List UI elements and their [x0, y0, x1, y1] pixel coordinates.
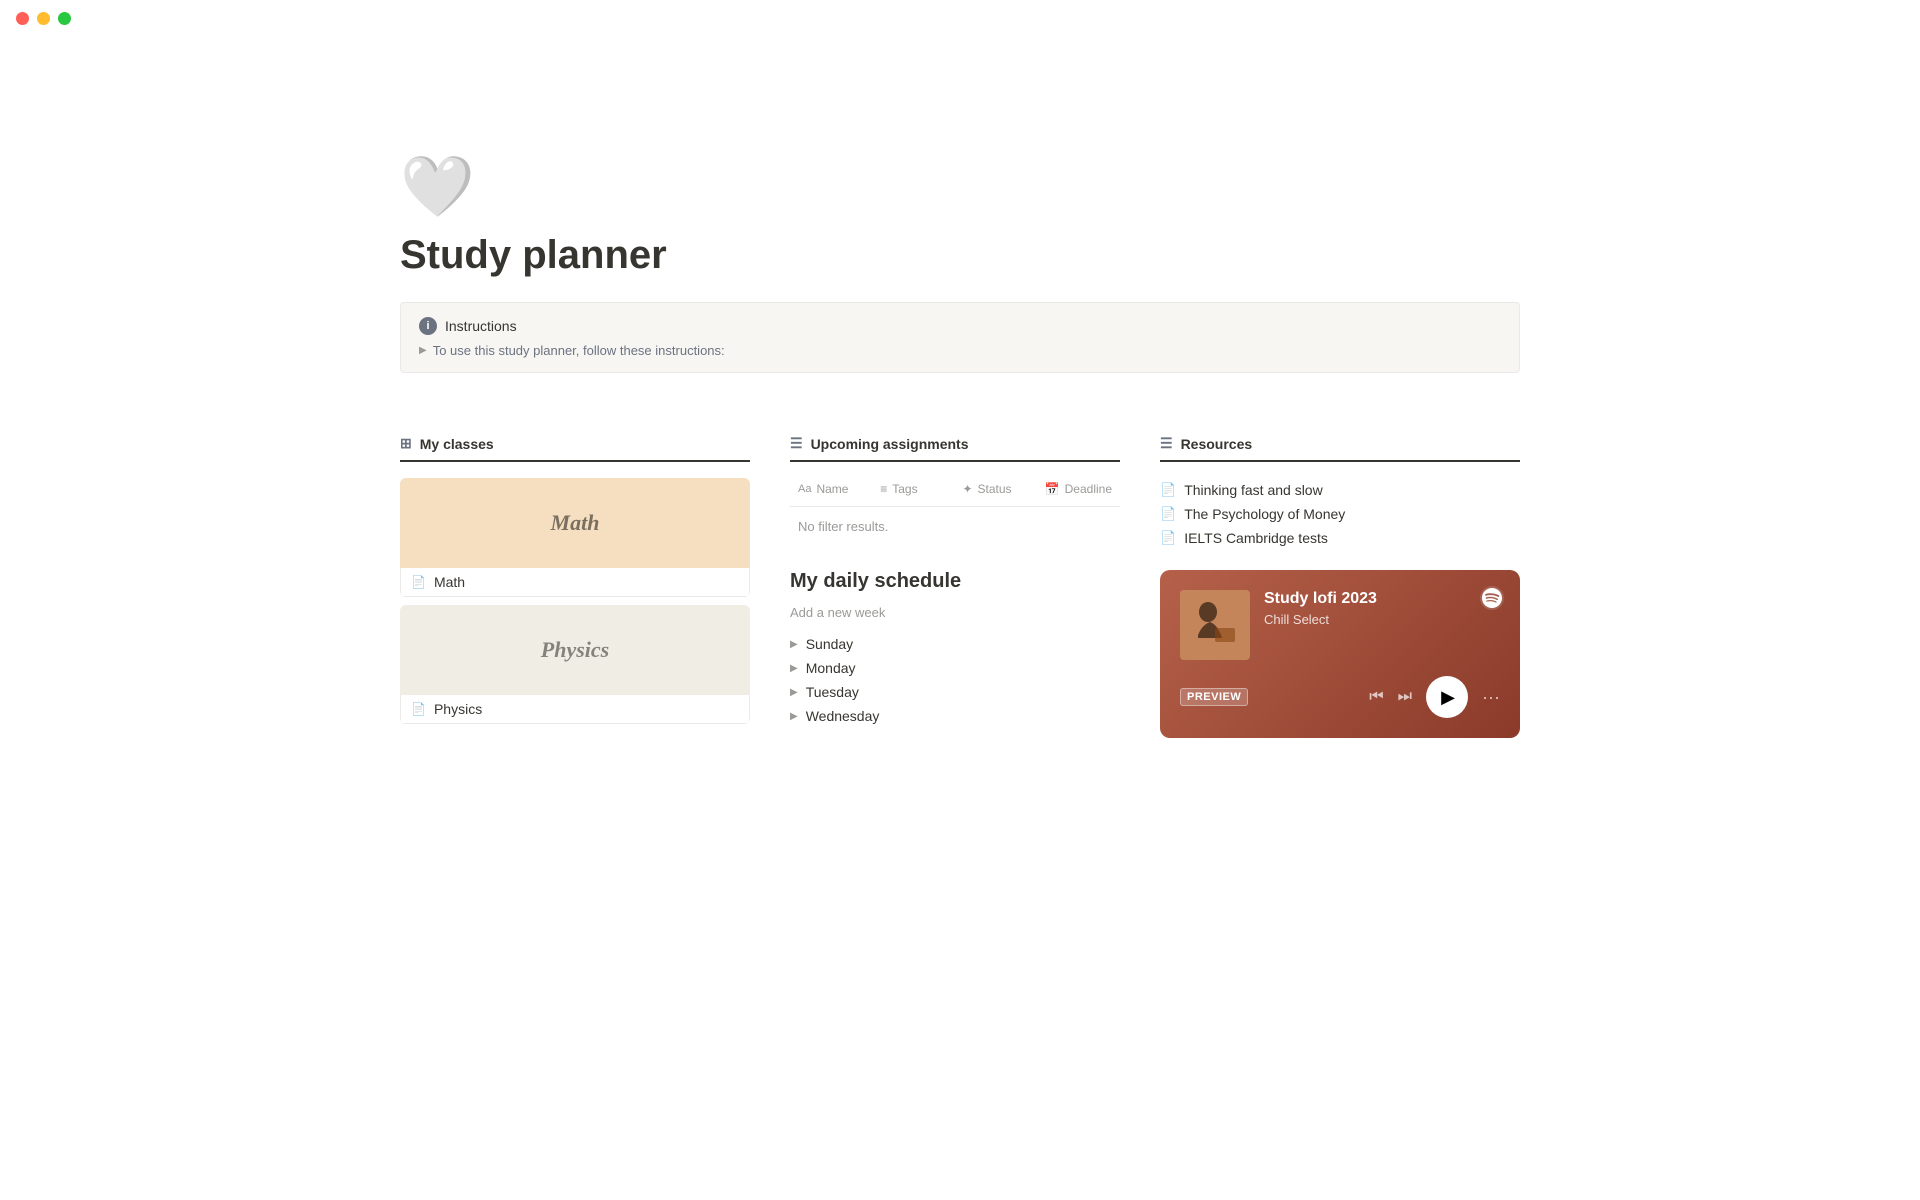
wednesday-label: Wednesday	[806, 708, 880, 724]
resource-item-2[interactable]: 📄 The Psychology of Money	[1160, 502, 1520, 526]
assignments-table-icon: ☰	[790, 435, 803, 452]
spotify-top: Study lofi 2023 Chill Select	[1180, 590, 1500, 660]
sunday-arrow-icon: ▶	[790, 639, 798, 650]
table-empty-message: No filter results.	[790, 511, 1120, 542]
columns-layout: ⊞ My classes Math 📄 Math Physics �	[400, 435, 1520, 738]
album-art	[1180, 590, 1250, 660]
spotify-track-title: Study lofi 2023	[1264, 590, 1500, 608]
instructions-callout: i Instructions ▶ To use this study plann…	[400, 302, 1520, 373]
classes-section-header: ⊞ My classes	[400, 435, 750, 462]
physics-label: 📄 Physics	[400, 695, 750, 724]
minimize-button[interactable]	[37, 12, 50, 25]
tags-col-label: Tags	[892, 482, 917, 496]
spotify-preview-badge: PREVIEW	[1180, 688, 1248, 706]
callout-toggle[interactable]: ▶ To use this study planner, follow thes…	[419, 343, 1501, 358]
callout-title: Instructions	[445, 318, 517, 334]
resource-doc-icon-3: 📄	[1160, 530, 1176, 546]
tuesday-arrow-icon: ▶	[790, 687, 798, 698]
resource-label-1: Thinking fast and slow	[1184, 482, 1323, 498]
physics-class-card[interactable]: Physics 📄 Physics	[400, 605, 750, 724]
resource-label-2: The Psychology of Money	[1184, 506, 1345, 522]
math-label: 📄 Math	[400, 568, 750, 597]
schedule-title: My daily schedule	[790, 570, 1120, 593]
classes-grid-icon: ⊞	[400, 435, 412, 452]
close-button[interactable]	[16, 12, 29, 25]
play-icon: ▶	[1441, 687, 1455, 708]
col-deadline: 📅 Deadline	[1037, 478, 1120, 500]
tuesday-label: Tuesday	[806, 684, 859, 700]
info-icon: i	[419, 317, 437, 335]
classes-section-label: My classes	[420, 436, 494, 452]
assignments-table: Aa Name ≡ Tags ✦ Status 📅 Deadline	[790, 478, 1120, 542]
physics-card-image: Physics	[400, 605, 750, 695]
title-bar	[0, 0, 1920, 37]
previous-track-button[interactable]: ⏮	[1369, 688, 1383, 706]
resources-list-icon: ☰	[1160, 435, 1173, 452]
name-col-label: Name	[816, 482, 848, 496]
physics-doc-icon: 📄	[411, 702, 426, 716]
spotify-info: Study lofi 2023 Chill Select	[1264, 590, 1500, 627]
physics-label-text: Physics	[434, 701, 482, 717]
math-card-image: Math	[400, 478, 750, 568]
col-status: ✦ Status	[954, 478, 1036, 500]
table-header: Aa Name ≡ Tags ✦ Status 📅 Deadline	[790, 478, 1120, 507]
physics-card-title: Physics	[541, 637, 609, 663]
page-emoji: 🤍	[400, 157, 1520, 217]
day-tuesday[interactable]: ▶ Tuesday	[790, 680, 1120, 704]
resources-section-header: ☰ Resources	[1160, 435, 1520, 462]
more-options-button[interactable]: ···	[1482, 687, 1500, 708]
resource-item-3[interactable]: 📄 IELTS Cambridge tests	[1160, 526, 1520, 550]
assignments-column: ☰ Upcoming assignments Aa Name ≡ Tags ✦	[790, 435, 1120, 728]
math-doc-icon: 📄	[411, 575, 426, 589]
math-label-text: Math	[434, 574, 465, 590]
spotify-controls: PREVIEW ⏮ ⏭ ▶ ···	[1180, 676, 1500, 718]
spotify-playback: ⏮ ⏭ ▶ ···	[1369, 676, 1500, 718]
resources-section-label: Resources	[1181, 436, 1253, 452]
resource-label-3: IELTS Cambridge tests	[1184, 530, 1328, 546]
maximize-button[interactable]	[58, 12, 71, 25]
main-content: 🤍 Study planner i Instructions ▶ To use …	[310, 37, 1610, 798]
day-wednesday[interactable]: ▶ Wednesday	[790, 704, 1120, 728]
wednesday-arrow-icon: ▶	[790, 711, 798, 722]
resources-column: ☰ Resources 📄 Thinking fast and slow 📄 T…	[1160, 435, 1520, 738]
resource-doc-icon-2: 📄	[1160, 506, 1176, 522]
spotify-logo-icon	[1480, 586, 1504, 610]
assignments-section-header: ☰ Upcoming assignments	[790, 435, 1120, 462]
deadline-col-label: Deadline	[1065, 482, 1112, 496]
next-track-button[interactable]: ⏭	[1398, 688, 1412, 706]
play-button[interactable]: ▶	[1426, 676, 1468, 718]
col-name: Aa Name	[790, 478, 872, 500]
deadline-col-icon: 📅	[1045, 482, 1060, 496]
day-sunday[interactable]: ▶ Sunday	[790, 632, 1120, 656]
spotify-track-subtitle: Chill Select	[1264, 612, 1500, 627]
day-monday[interactable]: ▶ Monday	[790, 656, 1120, 680]
page-title: Study planner	[400, 233, 1520, 278]
math-card-title: Math	[551, 510, 600, 536]
status-col-label: Status	[978, 482, 1012, 496]
toggle-arrow-icon: ▶	[419, 345, 427, 356]
callout-header: i Instructions	[419, 317, 1501, 335]
spotify-card: Study lofi 2023 Chill Select PREVIEW ⏮ ⏭…	[1160, 570, 1520, 738]
resource-item-1[interactable]: 📄 Thinking fast and slow	[1160, 478, 1520, 502]
tags-col-icon: ≡	[880, 482, 887, 496]
add-week-button[interactable]: Add a new week	[790, 605, 1120, 620]
math-class-card[interactable]: Math 📄 Math	[400, 478, 750, 597]
assignments-section-label: Upcoming assignments	[811, 436, 969, 452]
classes-column: ⊞ My classes Math 📄 Math Physics �	[400, 435, 750, 728]
sunday-label: Sunday	[806, 636, 853, 652]
name-col-icon: Aa	[798, 483, 811, 495]
monday-arrow-icon: ▶	[790, 663, 798, 674]
col-tags: ≡ Tags	[872, 478, 954, 500]
callout-toggle-text: To use this study planner, follow these …	[433, 343, 725, 358]
status-col-icon: ✦	[962, 482, 972, 496]
schedule-section: My daily schedule Add a new week ▶ Sunda…	[790, 570, 1120, 728]
monday-label: Monday	[806, 660, 856, 676]
resource-doc-icon-1: 📄	[1160, 482, 1176, 498]
hero-section: 🤍 Study planner i Instructions ▶ To use …	[400, 37, 1520, 435]
